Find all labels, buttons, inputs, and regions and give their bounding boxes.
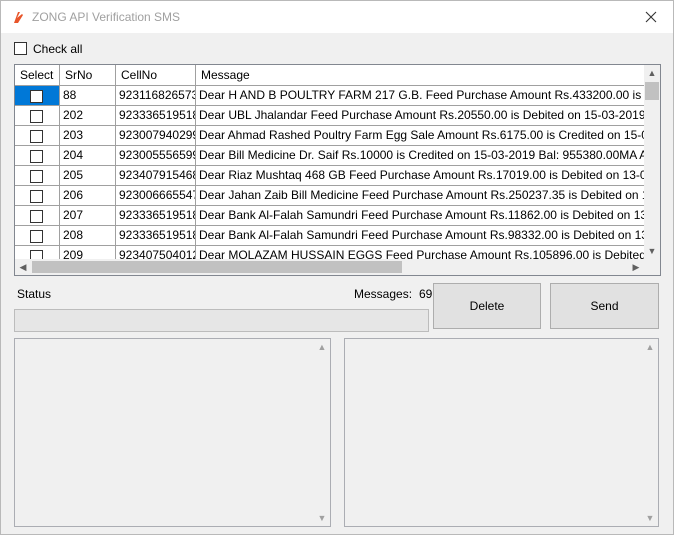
row-select-cell[interactable]: [15, 126, 60, 146]
horizontal-scroll-thumb[interactable]: [32, 261, 402, 273]
cellno-cell: 923336519518: [116, 206, 196, 226]
status-label: Status: [17, 287, 52, 301]
vertical-scroll-thumb[interactable]: [645, 82, 659, 100]
row-select-cell[interactable]: [15, 186, 60, 206]
row-select-cell[interactable]: [15, 106, 60, 126]
srno-cell: 202: [60, 106, 116, 126]
srno-cell: 209: [60, 246, 116, 259]
message-cell: Dear Ahmad Rashed Poultry Farm Egg Sale …: [196, 126, 644, 146]
column-header-select[interactable]: Select: [15, 65, 60, 85]
column-header-cellno[interactable]: CellNo: [116, 65, 196, 85]
row-checkbox[interactable]: [30, 110, 43, 123]
table-row[interactable]: 205 923407915468 Dear Riaz Mushtaq 468 G…: [15, 166, 644, 186]
table-row[interactable]: 209 923407504012 Dear MOLAZAM HUSSAIN EG…: [15, 246, 644, 259]
messages-count: 69: [419, 287, 433, 301]
message-cell: Dear H AND B POULTRY FARM 217 G.B. Feed …: [196, 86, 644, 106]
table-row[interactable]: 207 923336519518 Dear Bank Al-Falah Samu…: [15, 206, 644, 226]
check-all-box[interactable]: [14, 42, 27, 55]
scrollbar-corner: [644, 259, 660, 275]
srno-cell: 206: [60, 186, 116, 206]
srno-cell: 205: [60, 166, 116, 186]
sms-grid[interactable]: Select SrNo CellNo Message 88 9231168265…: [14, 64, 661, 276]
scroll-up-icon[interactable]: ▲: [314, 339, 330, 355]
title-bar[interactable]: ZONG API Verification SMS: [1, 1, 673, 33]
message-cell: Dear Bill Medicine Dr. Saif Rs.10000 is …: [196, 146, 644, 166]
table-row[interactable]: 208 923336519518 Dear Bank Al-Falah Samu…: [15, 226, 644, 246]
message-cell: Dear Riaz Mushtaq 468 GB Feed Purchase A…: [196, 166, 644, 186]
main-window: ZONG API Verification SMS Check all Sele…: [0, 0, 674, 535]
scroll-up-icon[interactable]: ▲: [642, 339, 658, 355]
message-cell: Dear Bank Al-Falah Samundri Feed Purchas…: [196, 226, 644, 246]
column-header-message[interactable]: Message: [196, 65, 644, 85]
right-textbox-scrollbar[interactable]: ▲ ▼: [642, 339, 658, 526]
row-checkbox[interactable]: [30, 210, 43, 223]
cellno-cell: 923007940299: [116, 126, 196, 146]
close-icon: [645, 11, 657, 23]
table-row[interactable]: 206 923006665547 Dear Jahan Zaib Bill Me…: [15, 186, 644, 206]
row-checkbox[interactable]: [30, 190, 43, 203]
row-select-cell[interactable]: [15, 86, 60, 106]
row-checkbox[interactable]: [30, 130, 43, 143]
cellno-cell: 923336519518: [116, 226, 196, 246]
message-cell: Dear Bank Al-Falah Samundri Feed Purchas…: [196, 206, 644, 226]
row-select-cell[interactable]: [15, 246, 60, 259]
scroll-down-icon[interactable]: ▼: [644, 243, 660, 259]
delete-button[interactable]: Delete: [433, 283, 541, 329]
srno-cell: 208: [60, 226, 116, 246]
table-row[interactable]: 88 923116826573 Dear H AND B POULTRY FAR…: [15, 86, 644, 106]
row-checkbox[interactable]: [30, 230, 43, 243]
send-button[interactable]: Send: [550, 283, 659, 329]
close-button[interactable]: [629, 1, 673, 33]
row-checkbox[interactable]: [30, 170, 43, 183]
cellno-cell: 923006665547: [116, 186, 196, 206]
row-select-cell[interactable]: [15, 146, 60, 166]
message-cell: Dear MOLAZAM HUSSAIN EGGS Feed Purchase …: [196, 246, 644, 259]
grid-rows: 88 923116826573 Dear H AND B POULTRY FAR…: [15, 86, 644, 259]
app-logo-icon: [11, 9, 27, 25]
window-title: ZONG API Verification SMS: [32, 10, 181, 24]
table-row[interactable]: 204 923005556599 Dear Bill Medicine Dr. …: [15, 146, 644, 166]
check-all-label: Check all: [33, 42, 83, 56]
srno-cell: 203: [60, 126, 116, 146]
cellno-cell: 923005556599: [116, 146, 196, 166]
grid-header: Select SrNo CellNo Message: [15, 65, 644, 86]
cellno-cell: 923336519518: [116, 106, 196, 126]
row-select-cell[interactable]: [15, 166, 60, 186]
srno-cell: 207: [60, 206, 116, 226]
grid-horizontal-scrollbar[interactable]: ◀ ▶: [15, 259, 644, 275]
right-log-textbox[interactable]: ▲ ▼: [344, 338, 659, 527]
table-row[interactable]: 202 923336519518 Dear UBL Jhalandar Feed…: [15, 106, 644, 126]
left-log-textbox[interactable]: ▲ ▼: [14, 338, 331, 527]
scroll-up-icon[interactable]: ▲: [644, 65, 660, 81]
row-checkbox[interactable]: [30, 90, 43, 103]
status-progress-bar: [14, 309, 429, 332]
row-checkbox[interactable]: [30, 150, 43, 163]
cellno-cell: 923407915468: [116, 166, 196, 186]
scroll-down-icon[interactable]: ▼: [642, 510, 658, 526]
scroll-down-icon[interactable]: ▼: [314, 510, 330, 526]
left-textbox-scrollbar[interactable]: ▲ ▼: [314, 339, 330, 526]
column-header-srno[interactable]: SrNo: [60, 65, 116, 85]
cellno-cell: 923407504012: [116, 246, 196, 259]
row-select-cell[interactable]: [15, 206, 60, 226]
cellno-cell: 923116826573: [116, 86, 196, 106]
srno-cell: 88: [60, 86, 116, 106]
messages-label: Messages:: [354, 287, 413, 301]
scroll-right-icon[interactable]: ▶: [628, 259, 644, 275]
scroll-left-icon[interactable]: ◀: [15, 259, 31, 275]
message-cell: Dear Jahan Zaib Bill Medicine Feed Purch…: [196, 186, 644, 206]
row-select-cell[interactable]: [15, 226, 60, 246]
grid-vertical-scrollbar[interactable]: ▲ ▼: [644, 65, 660, 259]
message-cell: Dear UBL Jhalandar Feed Purchase Amount …: [196, 106, 644, 126]
row-checkbox[interactable]: [30, 250, 43, 259]
srno-cell: 204: [60, 146, 116, 166]
table-row[interactable]: 203 923007940299 Dear Ahmad Rashed Poult…: [15, 126, 644, 146]
